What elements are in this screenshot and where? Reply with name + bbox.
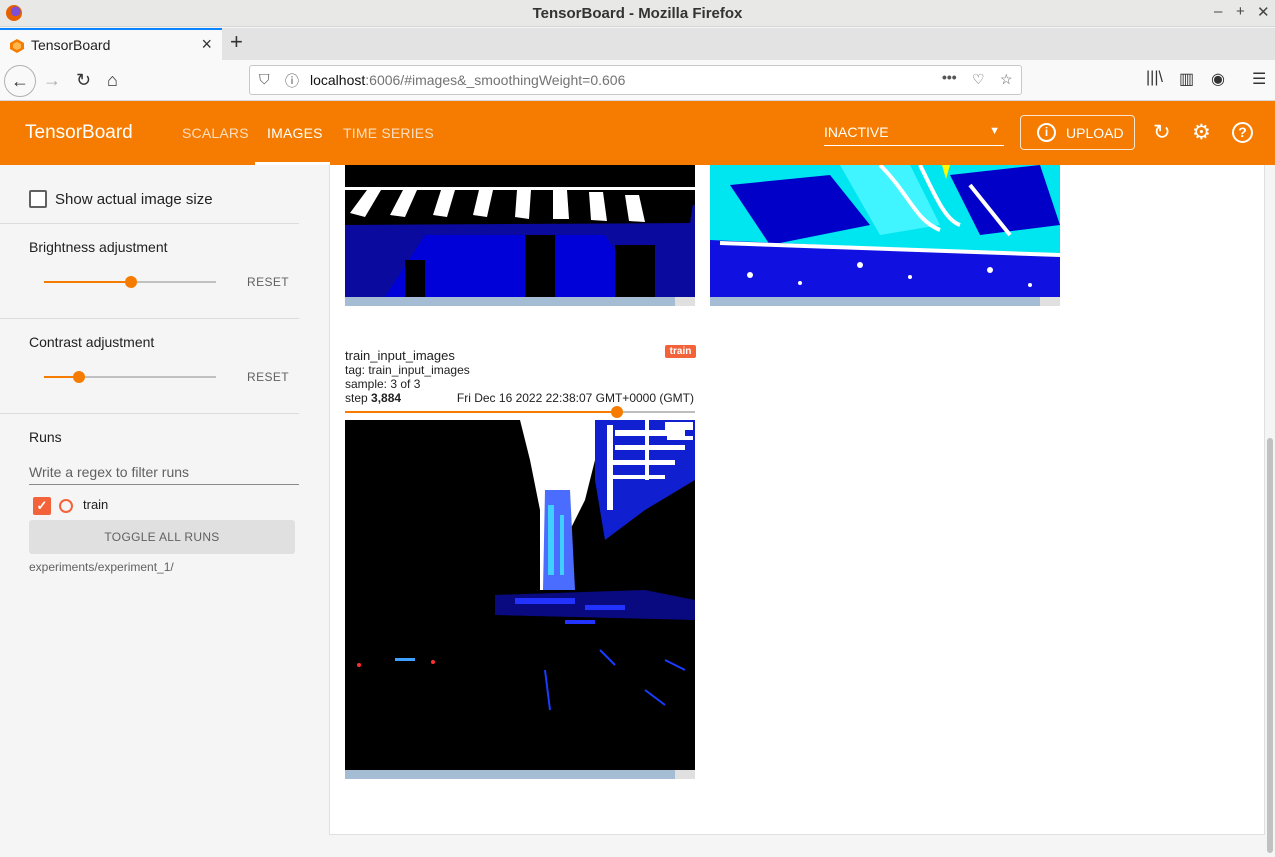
address-bar[interactable]: ⛉ ⓘ localhost:6006/#images&_smoothingWei… — [249, 65, 1022, 95]
browser-tab-tensorboard[interactable]: TensorBoard × — [0, 28, 222, 60]
page-actions-icon[interactable]: ••• — [942, 69, 957, 85]
contrast-label: Contrast adjustment — [29, 334, 155, 350]
show-actual-size-label: Show actual image size — [55, 191, 213, 208]
image-card-step: step 3,884 — [345, 391, 402, 405]
divider — [0, 318, 299, 319]
new-tab-icon[interactable]: + — [230, 29, 243, 55]
brightness-reset-button[interactable]: RESET — [247, 275, 289, 289]
scrollbar-thumb[interactable] — [1267, 438, 1273, 853]
sidebar-toggle-icon[interactable]: ▥ — [1179, 69, 1194, 89]
tab-scalars[interactable]: SCALARS — [182, 125, 249, 141]
upload-button[interactable]: i UPLOAD — [1020, 115, 1135, 150]
step-slider-remaining — [617, 411, 695, 413]
plugin-selector-value: INACTIVE — [824, 124, 889, 140]
step-slider-thumb[interactable] — [611, 406, 623, 418]
maximize-icon[interactable]: + — [1236, 3, 1245, 20]
info-icon: i — [1037, 123, 1056, 142]
chevron-down-icon: ▼ — [989, 125, 1000, 137]
library-icon[interactable]: |||\ — [1146, 69, 1163, 87]
account-icon[interactable]: ◉ — [1211, 69, 1225, 89]
url-text[interactable]: localhost:6006/#images&_smoothingWeight=… — [310, 72, 625, 88]
image-card-tag: tag: train_input_images — [345, 363, 470, 377]
sidebar: Show actual image size Brightness adjust… — [0, 165, 315, 857]
run-color-swatch[interactable] — [59, 499, 73, 513]
upload-label: UPLOAD — [1066, 125, 1124, 141]
pocket-icon[interactable]: ♡ — [972, 71, 985, 88]
run-chip: train — [665, 345, 696, 358]
tab-time-series[interactable]: TIME SERIES — [343, 125, 434, 141]
forward-icon[interactable]: → — [43, 69, 61, 91]
divider — [0, 413, 299, 414]
image-card-sample: sample: 3 of 3 — [345, 377, 421, 391]
tensorboard-header: TensorBoard SCALARS IMAGES TIME SERIES I… — [0, 101, 1275, 165]
toggle-all-runs-button[interactable]: TOGGLE ALL RUNS — [29, 520, 295, 554]
app-title: TensorBoard — [25, 122, 133, 143]
image-card-title: train_input_images — [345, 348, 455, 363]
back-icon[interactable]: ← — [4, 65, 36, 97]
contrast-slider-thumb[interactable] — [73, 371, 85, 383]
run-name-train: train — [83, 497, 109, 512]
site-info-icon[interactable]: ⓘ — [285, 71, 299, 91]
navigation-bar: ← → ↻ ⌂ ⛉ ⓘ localhost:6006/#images&_smoo… — [0, 60, 1275, 101]
brightness-label: Brightness adjustment — [29, 239, 168, 255]
menu-icon[interactable]: ☰ — [1252, 69, 1266, 89]
city-street-image — [345, 420, 695, 770]
window-title: TensorBoard - Mozilla Firefox — [532, 5, 743, 22]
plugin-selector-dropdown[interactable]: INACTIVE ▼ — [824, 124, 1004, 146]
close-tab-icon[interactable]: × — [201, 34, 212, 55]
tab-images[interactable]: IMAGES — [267, 125, 323, 141]
tab-strip: TensorBoard × + — [0, 28, 1275, 60]
tensorboard-favicon-icon — [10, 39, 24, 53]
train-input-image[interactable] — [345, 420, 695, 770]
refresh-icon[interactable]: ↻ — [1153, 120, 1171, 145]
brightness-slider-thumb[interactable] — [125, 276, 137, 288]
logdir-path: experiments/experiment_1/ — [29, 560, 174, 574]
help-icon[interactable]: ? — [1232, 122, 1253, 143]
divider — [0, 223, 299, 224]
contrast-reset-button[interactable]: RESET — [247, 370, 289, 384]
images-dashboard: train_input_images train tag: train_inpu… — [329, 165, 1265, 835]
bookmark-star-icon[interactable]: ☆ — [1000, 71, 1013, 88]
runs-title: Runs — [29, 429, 62, 445]
home-icon[interactable]: ⌂ — [107, 69, 118, 91]
image-card-2-step-bar — [710, 297, 1060, 306]
road-image — [710, 165, 1060, 297]
crosswalk-image — [345, 165, 695, 297]
close-window-icon[interactable]: ✕ — [1257, 3, 1270, 21]
image-card-date: Fri Dec 16 2022 22:38:07 GMT+0000 (GMT) — [456, 391, 694, 405]
settings-gear-icon[interactable]: ⚙ — [1192, 120, 1211, 145]
window-titlebar: TensorBoard - Mozilla Firefox – + ✕ — [0, 0, 1275, 27]
tracking-shield-icon[interactable]: ⛉ — [259, 71, 270, 88]
image-card-1-image[interactable] — [345, 165, 695, 297]
tab-title: TensorBoard — [31, 37, 111, 53]
show-actual-size-checkbox[interactable] — [29, 190, 47, 208]
reload-icon[interactable]: ↻ — [76, 69, 91, 91]
step-value: 3,884 — [371, 391, 402, 405]
main-scrollbar[interactable] — [1266, 438, 1275, 857]
train-image-step-bar — [345, 770, 695, 779]
run-filter-input[interactable] — [29, 459, 299, 485]
run-checkbox-train[interactable]: ✓ — [33, 497, 51, 515]
image-card-1-step-bar — [345, 297, 695, 306]
minimize-icon[interactable]: – — [1214, 3, 1222, 20]
brightness-slider-fill — [44, 281, 130, 283]
image-card-2-image[interactable] — [710, 165, 1060, 297]
